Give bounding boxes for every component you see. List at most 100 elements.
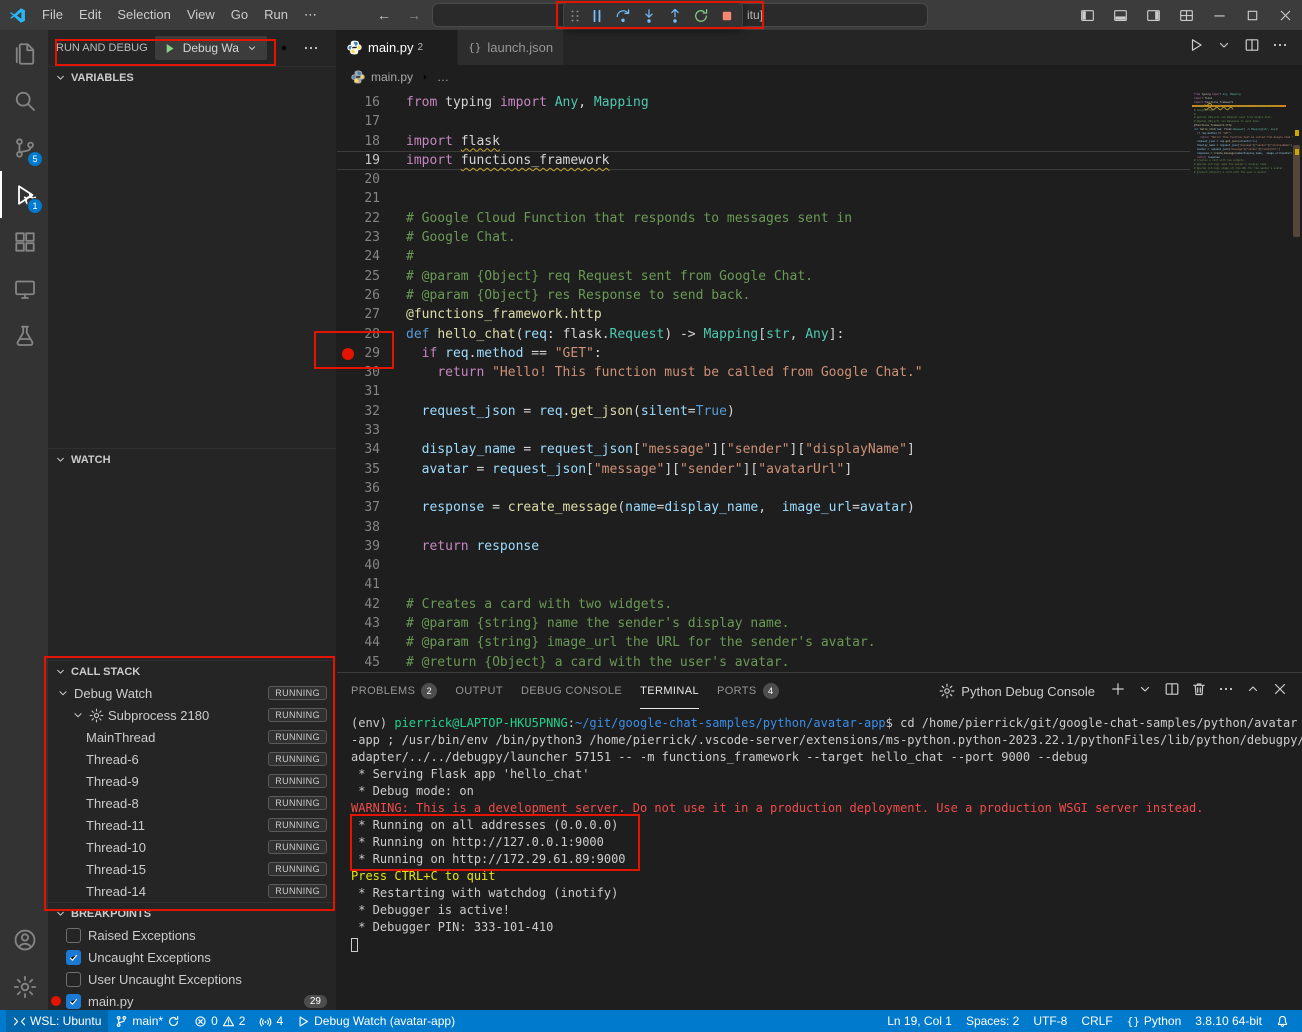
split-terminal[interactable] [1164, 681, 1180, 702]
call-stack-section-header[interactable]: CALL STACK [48, 660, 336, 682]
statusbar-indentation[interactable]: Spaces: 2 [959, 1010, 1026, 1032]
editor-gutter[interactable]: 42 [337, 595, 406, 614]
editor-gutter[interactable]: 27 [337, 305, 406, 324]
tab-launch-json[interactable]: {}launch.json [458, 30, 564, 65]
editor-gutter[interactable]: 20 [337, 170, 406, 189]
menu-view[interactable]: View [179, 7, 223, 23]
kill-terminal[interactable] [1191, 681, 1207, 702]
activitybar-settings-gear[interactable] [0, 963, 48, 1010]
terminal-profiles[interactable] [1137, 681, 1153, 702]
statusbar-ports-status[interactable]: 4 [252, 1010, 290, 1032]
call-stack-item[interactable]: Thread-14RUNNING [48, 880, 336, 902]
editor-gutter[interactable]: 17 [337, 112, 406, 131]
drag-handle-button[interactable] [566, 4, 584, 28]
activitybar-remote-explorer[interactable] [0, 265, 48, 312]
activitybar-extensions[interactable] [0, 218, 48, 265]
editor-gutter[interactable]: 21 [337, 189, 406, 208]
breakpoint-checkbox[interactable] [66, 972, 81, 987]
call-stack-item[interactable]: Thread-9RUNNING [48, 770, 336, 792]
breadcrumb-item[interactable]: … [437, 70, 449, 84]
call-stack-item[interactable]: Thread-10RUNNING [48, 836, 336, 858]
go-forward-icon[interactable]: → [407, 7, 421, 23]
editor-gutter[interactable]: 22 [337, 209, 406, 228]
editor-gutter[interactable]: 41 [337, 575, 406, 594]
breadcrumb[interactable]: main.py … [337, 65, 1302, 89]
activitybar-source-control[interactable]: 5 [0, 124, 48, 171]
call-stack-item[interactable]: Subprocess 2180RUNNING [48, 704, 336, 726]
views-more-actions-icon[interactable] [301, 38, 321, 58]
split-editor[interactable] [1244, 37, 1260, 58]
editor-gutter[interactable]: 33 [337, 421, 406, 440]
breakpoint-item[interactable]: User Uncaught Exceptions [48, 968, 336, 990]
editor-gutter[interactable]: 40 [337, 556, 406, 575]
editor-gutter[interactable]: 25 [337, 267, 406, 286]
layout-panel-button[interactable] [1104, 0, 1137, 30]
editor-scrollbar[interactable] [1293, 145, 1300, 237]
activitybar-run-debug[interactable]: 1 [0, 171, 48, 218]
statusbar-remote-indicator[interactable]: WSL: Ubuntu [6, 1010, 108, 1032]
editor-gutter[interactable]: 34 [337, 440, 406, 459]
menu-file[interactable]: File [34, 7, 71, 23]
menu-selection[interactable]: Selection [109, 7, 178, 23]
menu-run[interactable]: Run [256, 7, 296, 23]
breakpoint-checkbox[interactable] [66, 928, 81, 943]
breadcrumb-item[interactable]: main.py [371, 70, 413, 84]
layout-sidebar-left-button[interactable] [1071, 0, 1104, 30]
layout-sidebar-right-button[interactable] [1137, 0, 1170, 30]
call-stack-item[interactable]: Thread-15RUNNING [48, 858, 336, 880]
statusbar-cursor-position[interactable]: Ln 19, Col 1 [880, 1010, 959, 1032]
editor-gutter[interactable]: 39 [337, 537, 406, 556]
panel-tab-terminal[interactable]: TERMINAL [640, 673, 699, 709]
call-stack-item[interactable]: Thread-8RUNNING [48, 792, 336, 814]
editor-gutter[interactable]: 19 [337, 151, 406, 170]
breakpoint-item[interactable]: Uncaught Exceptions [48, 946, 336, 968]
maximize-panel[interactable] [1245, 681, 1261, 702]
terminal-profile[interactable]: Python Debug Console [939, 683, 1095, 699]
breakpoint-checkbox[interactable] [66, 994, 81, 1009]
start-debugging-icon[interactable] [162, 40, 178, 56]
run-python-file[interactable] [1188, 37, 1204, 58]
minimap[interactable]: from typing import Any, Mappingimport fl… [1190, 89, 1302, 672]
statusbar-python-version[interactable]: 3.8.10 64-bit [1188, 1010, 1269, 1032]
call-stack-item[interactable]: Thread-11RUNNING [48, 814, 336, 836]
breakpoint-item[interactable]: main.py29 [48, 990, 336, 1010]
code-editor[interactable]: 16from typing import Any, Mapping1718imp… [337, 89, 1302, 672]
restart-button[interactable] [688, 4, 714, 28]
activitybar-testing[interactable] [0, 312, 48, 359]
editor-gutter[interactable]: 45 [337, 653, 406, 672]
editor-gutter[interactable]: 16 [337, 93, 406, 112]
breakpoint-checkbox[interactable] [66, 950, 81, 965]
close-button[interactable] [1269, 0, 1302, 30]
call-stack-item[interactable]: Debug WatchRUNNING [48, 682, 336, 704]
menu-more[interactable]: ⋯ [296, 7, 325, 23]
go-back-icon[interactable]: ← [377, 7, 391, 23]
editor-gutter[interactable]: 36 [337, 479, 406, 498]
statusbar-problems-status[interactable]: 02 [187, 1010, 252, 1032]
statusbar-language-mode[interactable]: {}Python [1120, 1010, 1189, 1032]
call-stack-item[interactable]: MainThreadRUNNING [48, 726, 336, 748]
step-into-button[interactable] [636, 4, 662, 28]
maximize-button[interactable] [1236, 0, 1269, 30]
menu-edit[interactable]: Edit [71, 7, 109, 23]
tab-main-py[interactable]: main.py2 [337, 30, 458, 65]
breakpoints-section-header[interactable]: BREAKPOINTS [48, 902, 336, 924]
step-out-button[interactable] [662, 4, 688, 28]
statusbar-encoding[interactable]: UTF-8 [1026, 1010, 1074, 1032]
editor-gutter[interactable]: 23 [337, 228, 406, 247]
activitybar-search[interactable] [0, 77, 48, 124]
editor-more-actions[interactable] [1272, 37, 1288, 58]
debug-settings-gear-icon[interactable] [274, 38, 294, 58]
step-over-button[interactable] [610, 4, 636, 28]
panel-tab-problems[interactable]: PROBLEMS2 [351, 673, 437, 709]
terminal-output[interactable]: (env) pierrick@LAPTOP-HKU5PNNG:~/git/goo… [337, 709, 1302, 1010]
statusbar-eol[interactable]: CRLF [1074, 1010, 1119, 1032]
menu-go[interactable]: Go [223, 7, 256, 23]
minimize-button[interactable] [1203, 0, 1236, 30]
editor-gutter[interactable]: 43 [337, 614, 406, 633]
activitybar-explorer[interactable] [0, 30, 48, 77]
panel-tab-ports[interactable]: PORTS4 [717, 673, 779, 709]
variables-section-header[interactable]: VARIABLES [48, 66, 336, 88]
terminal-more-actions[interactable] [1218, 681, 1234, 702]
breakpoint-item[interactable]: Raised Exceptions [48, 924, 336, 946]
editor-gutter[interactable]: 28 [337, 325, 406, 344]
